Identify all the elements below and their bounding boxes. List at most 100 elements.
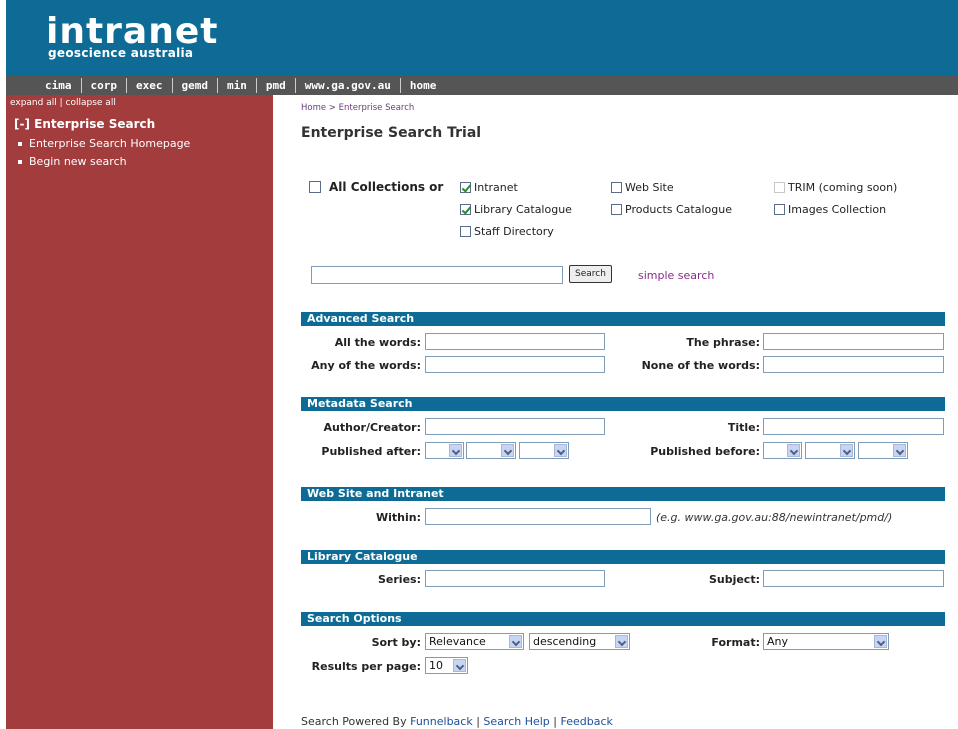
breadcrumb-home[interactable]: Home (301, 103, 326, 113)
chevron-down-icon (554, 444, 567, 457)
all-words-input[interactable] (425, 333, 605, 350)
nav-corp[interactable]: corp (82, 78, 127, 93)
breadcrumb-separator: > (326, 103, 339, 113)
nav-cima[interactable]: cima (36, 78, 82, 93)
published-after-year-select[interactable] (519, 442, 569, 459)
nav-min[interactable]: min (218, 78, 257, 93)
collection-products-catalogue[interactable]: Products Catalogue (611, 203, 732, 216)
published-before-month-select[interactable] (805, 442, 855, 459)
sidebar-heading-enterprise-search[interactable]: [-] Enterprise Search (14, 117, 155, 131)
chevron-down-icon (893, 444, 906, 457)
footer: Search Powered By Funnelback | Search He… (301, 715, 613, 728)
sidebar-item-new-search[interactable]: Begin new search (18, 155, 127, 168)
phrase-input[interactable] (763, 333, 944, 350)
author-input[interactable] (425, 418, 605, 435)
format-select[interactable]: Any (763, 633, 889, 650)
published-after-month-select[interactable] (466, 442, 516, 459)
logo-title[interactable]: intranet (46, 14, 218, 50)
within-input[interactable] (425, 508, 651, 525)
nav-gemd[interactable]: gemd (173, 78, 218, 93)
published-after-label: Published after: (321, 445, 421, 458)
collection-label: Web Site (625, 181, 674, 194)
published-before-label: Published before: (650, 445, 760, 458)
intranet-checkbox[interactable] (460, 182, 471, 193)
chevron-down-icon (453, 659, 466, 672)
collection-staff-directory[interactable]: Staff Directory (460, 225, 554, 238)
nav-home[interactable]: home (401, 78, 446, 93)
format-label: Format: (711, 636, 760, 649)
trim-checkbox (774, 182, 785, 193)
search-input[interactable] (311, 266, 563, 284)
staff-directory-checkbox[interactable] (460, 226, 471, 237)
collection-intranet[interactable]: Intranet (460, 181, 518, 194)
library-catalogue-header: Library Catalogue (301, 550, 945, 564)
all-collections[interactable]: All Collections or (309, 180, 443, 194)
site-header: intranet geoscience australia (6, 0, 958, 76)
sidebar-item-label: Begin new search (29, 155, 127, 168)
expand-collapse: expand all | collapse all (10, 98, 116, 108)
sidebar-item-label: Enterprise Search Homepage (29, 137, 191, 150)
library-catalogue-checkbox[interactable] (460, 204, 471, 215)
author-label: Author/Creator: (323, 421, 421, 434)
format-value: Any (767, 635, 789, 648)
results-per-page-select[interactable]: 10 (425, 657, 468, 674)
published-before-year-select[interactable] (858, 442, 908, 459)
collection-label: Staff Directory (474, 225, 554, 238)
title-input[interactable] (763, 418, 944, 435)
collection-library-catalogue[interactable]: Library Catalogue (460, 203, 572, 216)
all-collections-checkbox[interactable] (309, 181, 321, 193)
web-site-checkbox[interactable] (611, 182, 622, 193)
nav-pmd[interactable]: pmd (257, 78, 296, 93)
advanced-search-header: Advanced Search (301, 312, 945, 326)
results-per-page-value: 10 (429, 659, 443, 672)
chevron-down-icon (501, 444, 514, 457)
feedback-link[interactable]: Feedback (561, 715, 613, 728)
any-words-label: Any of the words: (311, 359, 421, 372)
published-before-day-select[interactable] (763, 442, 802, 459)
subject-input[interactable] (763, 570, 944, 587)
page-title: Enterprise Search Trial (301, 125, 482, 141)
website-intranet-header: Web Site and Intranet (301, 487, 945, 501)
collection-trim: TRIM (coming soon) (774, 181, 897, 194)
within-label: Within: (376, 511, 421, 524)
collection-label: Images Collection (788, 203, 887, 216)
chevron-down-icon (787, 444, 800, 457)
sort-order-select[interactable]: descending (529, 633, 630, 650)
sidebar-item-homepage[interactable]: Enterprise Search Homepage (18, 137, 190, 150)
breadcrumb-current[interactable]: Enterprise Search (339, 103, 415, 113)
footer-separator: | (549, 715, 561, 728)
subject-label: Subject: (708, 573, 760, 586)
nav-www[interactable]: www.ga.gov.au (296, 78, 401, 93)
nav-exec[interactable]: exec (127, 78, 173, 93)
none-words-label: None of the words: (641, 359, 760, 372)
phrase-label: The phrase: (686, 336, 760, 349)
search-options-header: Search Options (301, 612, 945, 626)
within-hint: (e.g. www.ga.gov.au:88/newintranet/pmd/) (656, 511, 893, 524)
collection-web-site[interactable]: Web Site (611, 181, 674, 194)
title-label: Title: (727, 421, 760, 434)
any-words-input[interactable] (425, 356, 605, 373)
results-per-page-label: Results per page: (311, 660, 421, 673)
simple-search-link[interactable]: simple search (638, 269, 714, 282)
search-help-link[interactable]: Search Help (483, 715, 549, 728)
collection-label: Library Catalogue (474, 203, 572, 216)
series-input[interactable] (425, 570, 605, 587)
bullet-icon (18, 159, 22, 164)
published-after-day-select[interactable] (425, 442, 464, 459)
expand-all-link[interactable]: expand all (10, 98, 57, 108)
collection-images[interactable]: Images Collection (774, 203, 886, 216)
all-collections-label: All Collections or (329, 180, 444, 194)
top-nav: cima corp exec gemd min pmd www.ga.gov.a… (6, 76, 958, 95)
sort-by-select[interactable]: Relevance (425, 633, 524, 650)
funnelback-link[interactable]: Funnelback (410, 715, 473, 728)
none-words-input[interactable] (763, 356, 944, 373)
products-catalogue-checkbox[interactable] (611, 204, 622, 215)
sort-order-value: descending (533, 635, 597, 648)
collection-label: Intranet (474, 181, 518, 194)
logo-subtitle: geoscience australia (48, 46, 194, 60)
images-collection-checkbox[interactable] (774, 204, 785, 215)
breadcrumb: Home > Enterprise Search (301, 103, 414, 113)
collapse-all-link[interactable]: collapse all (66, 98, 116, 108)
search-button[interactable]: Search (569, 265, 612, 283)
chevron-down-icon (449, 444, 462, 457)
